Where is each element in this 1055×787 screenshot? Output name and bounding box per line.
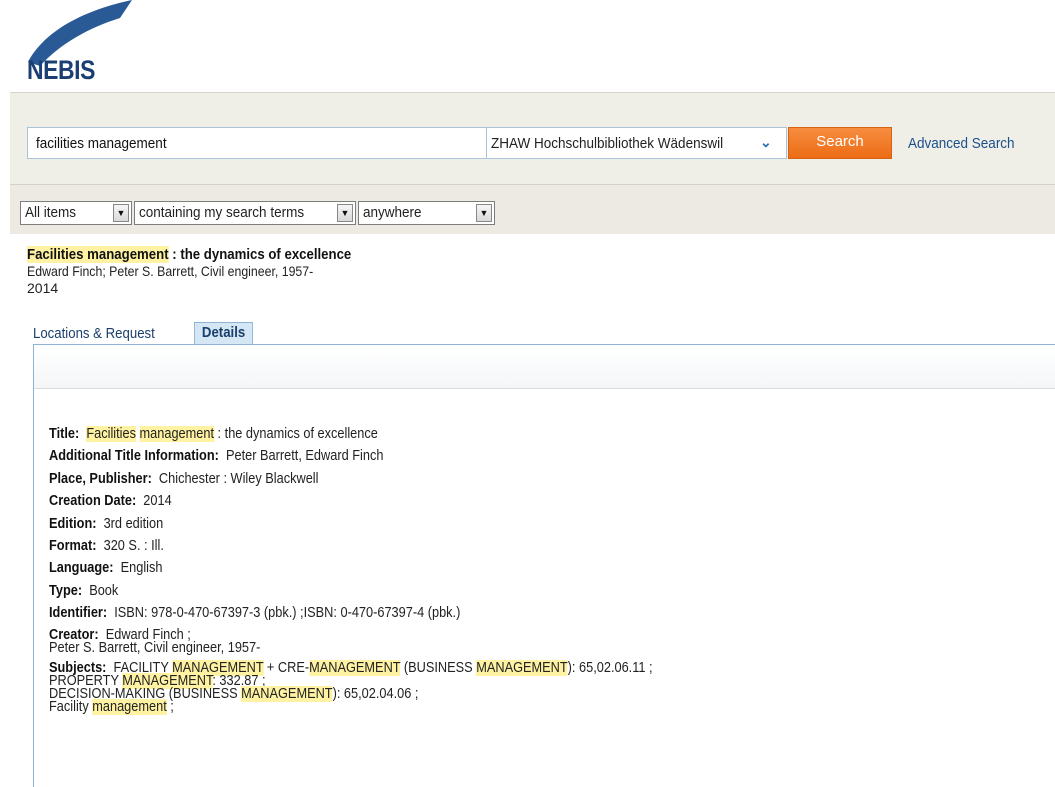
match-mode-label: containing my search terms (139, 204, 305, 221)
dropdown-arrow-icon[interactable]: ▼ (337, 204, 353, 222)
dropdown-arrow-icon[interactable]: ▼ (476, 204, 492, 222)
field-edition: Edition: 3rd edition (49, 513, 911, 535)
field-additional-title: Additional Title Information: Peter Barr… (49, 445, 911, 467)
field-label: Additional Title Information: (49, 448, 219, 465)
field-value: 320 S. : Ill. (103, 538, 164, 555)
logo-text: NEBIS (27, 55, 96, 85)
search-button[interactable]: Search (788, 127, 892, 159)
field-label: anywhere (363, 204, 422, 221)
field-value: 2014 (143, 493, 172, 510)
field-title: Title: Facilities management : the dynam… (49, 423, 911, 445)
item-type-label: All items (25, 204, 77, 221)
record-title[interactable]: Facilities management : the dynamics of … (27, 246, 351, 263)
field-type: Type: Book (49, 580, 911, 602)
field-publisher: Place, Publisher: Chichester : Wiley Bla… (49, 468, 911, 490)
field-select[interactable]: anywhere ▼ (358, 201, 495, 225)
field-label: Identifier: (49, 605, 108, 622)
nebis-logo[interactable]: NEBIS (0, 0, 260, 90)
field-creator: Creator: Edward Finch ; Peter S. Barrett… (49, 625, 911, 658)
field-value: ISBN: 978-0-470-67397-3 (pbk.) ;ISBN: 0-… (114, 605, 461, 622)
match-mode-select[interactable]: containing my search terms ▼ (134, 201, 356, 225)
highlight: Facilities (86, 426, 136, 442)
details-toolbar (34, 345, 1055, 389)
field-value: Book (89, 582, 119, 599)
search-input[interactable] (36, 128, 432, 158)
field-format: Format: 320 S. : Ill. (49, 535, 911, 557)
scope-label: ZHAW Hochschulbibliothek Wädenswil (491, 135, 724, 152)
chevron-down-icon[interactable]: ⌄ (760, 134, 772, 151)
field-identifier: Identifier: ISBN: 978-0-470-67397-3 (pbk… (49, 602, 911, 624)
field-language: Language: English (49, 557, 911, 579)
field-value: : the dynamics of excellence (214, 426, 378, 442)
field-label: Type: (49, 582, 83, 599)
tab-locations-request[interactable]: Locations & Request (33, 325, 155, 342)
subject-link[interactable]: Facility management ; (49, 698, 911, 715)
details-panel: Title: Facilities management : the dynam… (33, 344, 1055, 787)
advanced-search-link[interactable]: Advanced Search (908, 135, 1015, 152)
record-authors: Edward Finch; Peter S. Barrett, Civil en… (27, 263, 314, 279)
record-title-rest: : the dynamics of excellence (168, 246, 352, 263)
filter-bar: All items ▼ containing my search terms ▼… (10, 184, 1055, 234)
record-title-highlight: Facilities management (27, 246, 169, 263)
field-label: Title: (49, 426, 80, 442)
field-creation-date: Creation Date: 2014 (49, 490, 911, 512)
highlight: management (139, 426, 215, 442)
details-list: Title: Facilities management : the dynam… (49, 423, 1029, 717)
field-label: Place, Publisher: (49, 470, 152, 487)
record-date: 2014 (27, 280, 59, 296)
item-type-select[interactable]: All items ▼ (20, 201, 132, 225)
search-input-box (27, 127, 487, 159)
tab-details[interactable]: Details (194, 322, 254, 344)
creator-link[interactable]: Peter S. Barrett, Civil engineer, 1957- (49, 640, 911, 655)
subject-link[interactable]: DECISION-MAKING (BUSINESS MANAGEMENT): 6… (49, 685, 911, 702)
scope-select[interactable]: ZHAW Hochschulbibliothek Wädenswil ⌄ (487, 127, 787, 159)
field-value: 3rd edition (103, 515, 164, 532)
field-subjects: Subjects: FACILITY MANAGEMENT + CRE-MANA… (49, 658, 911, 717)
search-bar: ZHAW Hochschulbibliothek Wädenswil ⌄ Sea… (10, 92, 1055, 184)
dropdown-arrow-icon[interactable]: ▼ (113, 204, 129, 222)
field-label: Edition: (49, 515, 97, 532)
field-label: Language: (49, 560, 114, 577)
field-label: Creation Date: (49, 493, 137, 510)
field-label: Format: (49, 538, 97, 555)
field-value: Chichester : Wiley Blackwell (158, 470, 319, 487)
field-value: English (120, 560, 163, 577)
field-value: Peter Barrett, Edward Finch (225, 448, 384, 465)
